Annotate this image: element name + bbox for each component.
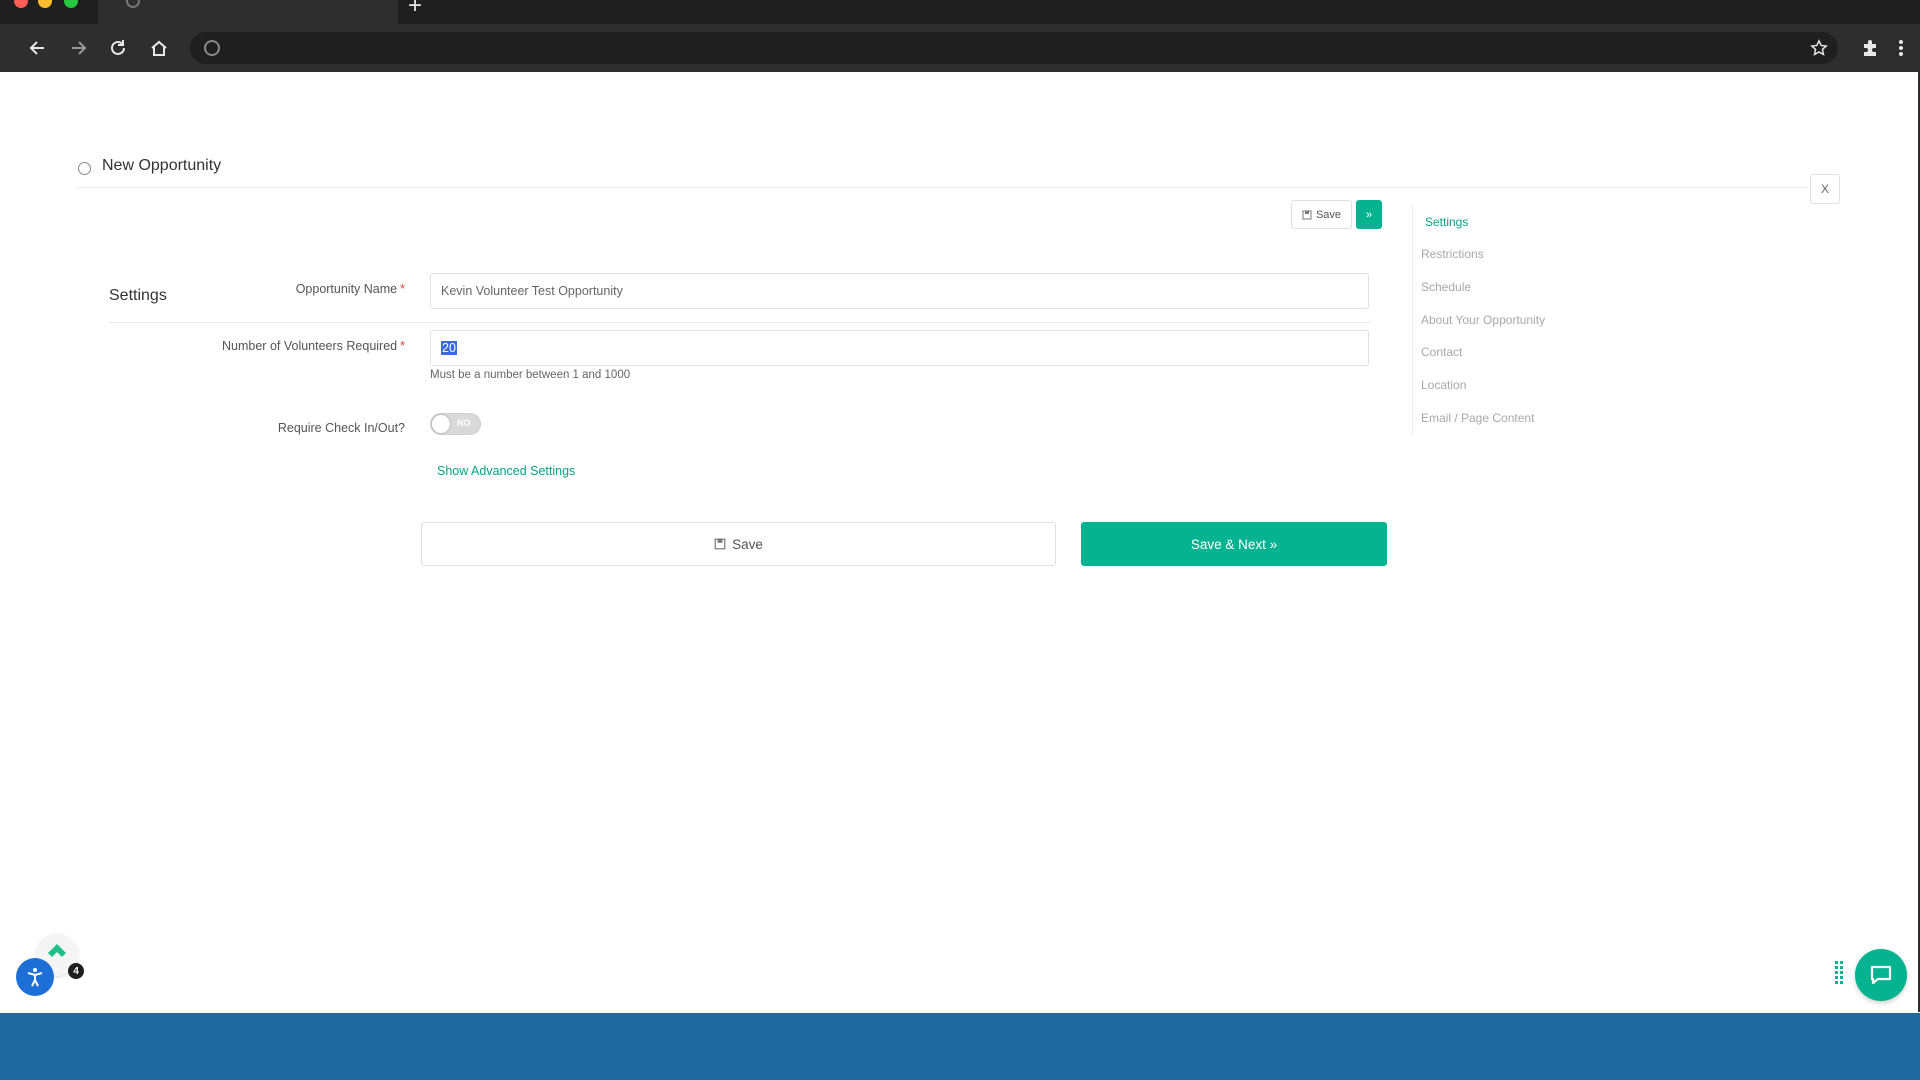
star-icon [1810,39,1828,56]
volunteers-required-label-text: Number of Volunteers Required [222,339,398,353]
side-nav-item-about[interactable]: About Your Opportunity [1421,313,1545,327]
chat-button[interactable] [1855,949,1907,1001]
opportunity-name-label-text: Opportunity Name [295,282,398,296]
floppy-disk-icon [1302,210,1312,219]
arrow-left-icon [29,41,44,55]
new-tab-button[interactable]: + [408,0,422,18]
back-button[interactable] [20,24,56,72]
close-button[interactable]: X [1810,174,1840,204]
save-next-button[interactable]: Save & Next » [1081,522,1387,566]
side-nav-item-settings[interactable]: Settings [1425,215,1468,229]
side-nav-item-restrictions[interactable]: Restrictions [1421,247,1484,261]
opportunity-name-label: Opportunity Name * [296,282,405,296]
volunteers-required-input[interactable]: 20 [430,330,1369,366]
opportunity-name-value: Kevin Volunteer Test Opportunity [441,284,623,298]
header-save-label: Save [1315,208,1342,221]
globe-icon [126,0,140,8]
side-nav-item-email-page-content[interactable]: Email / Page Content [1421,411,1534,425]
volunteers-required-value: 20 [441,341,457,355]
accessibility-icon [27,968,43,987]
home-button[interactable] [141,24,177,72]
reload-button[interactable] [100,24,136,72]
globe-icon [204,40,220,56]
notification-badge: 4 [68,963,84,979]
window-minimize-icon[interactable] [38,0,52,8]
required-mark: * [400,339,405,353]
section-title: Settings [109,287,167,304]
section-side-nav: Settings Restrictions Schedule About You… [1412,205,1612,435]
window-close-icon[interactable] [14,0,28,8]
arrow-right-icon [72,41,87,55]
page-header: New Opportunity [78,152,1808,188]
kebab-menu-icon [1899,40,1903,56]
toggle-knob [432,415,450,433]
address-bar[interactable] [190,32,1838,64]
toggle-state-text: NO [457,418,471,428]
footer-band [0,1013,1920,1080]
smiley-icon [78,162,91,175]
opportunity-name-input[interactable]: Kevin Volunteer Test Opportunity [430,273,1369,309]
side-nav-item-contact[interactable]: Contact [1421,345,1462,359]
reload-icon [111,40,125,55]
window-maximize-icon[interactable] [64,0,78,8]
header-save-button[interactable]: Save [1291,200,1352,229]
browser-menu-button[interactable] [1883,24,1919,72]
check-in-out-toggle[interactable]: NO [430,413,481,435]
side-nav-item-schedule[interactable]: Schedule [1421,280,1471,294]
show-advanced-settings-link[interactable]: Show Advanced Settings [437,464,575,478]
section-divider [109,322,1370,323]
check-in-out-label: Require Check In/Out? [277,421,405,435]
forward-button[interactable] [60,24,96,72]
volunteers-required-label: Number of Volunteers Required * [222,339,405,353]
home-icon [151,40,167,56]
browser-toolbar [0,24,1920,72]
side-nav-item-location[interactable]: Location [1421,378,1466,392]
floppy-disk-icon [714,538,726,550]
header-next-button[interactable]: » [1356,200,1382,229]
accessibility-button[interactable] [16,958,54,996]
bookmark-button[interactable] [1801,24,1837,72]
volunteers-required-hint: Must be a number between 1 and 1000 [430,369,631,381]
save-button-label: Save [732,536,763,552]
save-button[interactable]: Save [421,522,1056,566]
chat-bubble-icon [1870,965,1892,985]
browser-tab[interactable] [98,0,398,24]
puzzle-icon [1864,40,1876,56]
drag-handle-icon[interactable] [1835,961,1845,989]
required-mark: * [400,282,405,296]
page-title: New Opportunity [102,157,222,174]
browser-tab-strip: + [0,0,1920,24]
